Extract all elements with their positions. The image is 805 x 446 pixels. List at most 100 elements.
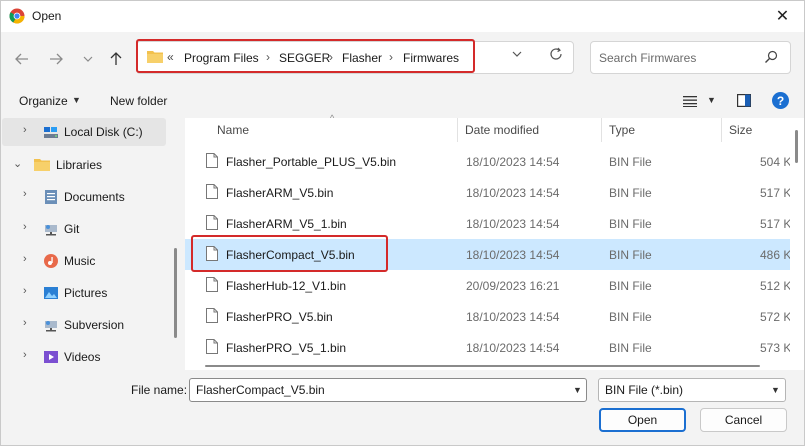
chevron-down-icon[interactable]: ▼	[573, 385, 582, 395]
file-size: 517 K	[760, 186, 790, 200]
nav-pane-scrollbar[interactable]	[174, 248, 177, 338]
help-icon[interactable]: ?	[772, 92, 789, 109]
videos-icon	[44, 351, 58, 363]
column-header-name[interactable]: Name	[217, 123, 249, 137]
chevron-right-icon[interactable]: ›	[23, 317, 27, 329]
file-date: 18/10/2023 14:54	[466, 186, 560, 200]
file-name: FlasherPRO_V5_1.bin	[226, 341, 347, 355]
cancel-button[interactable]: Cancel	[700, 408, 787, 432]
search-placeholder: Search Firmwares	[599, 51, 697, 65]
close-icon: ✕	[775, 8, 790, 25]
breadcrumb-firmwares[interactable]: Firmwares	[403, 51, 459, 65]
file-type: BIN File	[609, 155, 652, 169]
address-dropdown-button[interactable]	[512, 49, 522, 62]
file-date: 18/10/2023 14:54	[466, 217, 560, 231]
sidebar-item-label: Git	[64, 222, 80, 236]
file-icon	[206, 339, 218, 354]
search-icon	[765, 50, 778, 63]
file-icon	[206, 153, 218, 168]
file-size: 517 K	[760, 217, 790, 231]
chevron-right-icon[interactable]: ›	[23, 285, 27, 297]
column-divider[interactable]	[457, 118, 458, 142]
file-date: 18/10/2023 14:54	[466, 155, 560, 169]
forward-button[interactable]	[46, 49, 66, 69]
preview-pane-icon[interactable]	[737, 94, 751, 107]
file-name: FlasherCompact_V5.bin	[226, 248, 355, 262]
file-name-label: File name:	[131, 383, 188, 397]
back-button[interactable]	[12, 49, 32, 69]
file-date: 18/10/2023 14:54	[466, 310, 560, 324]
column-header-size[interactable]: Size	[729, 123, 752, 137]
breadcrumb-separator-icon: ›	[329, 50, 333, 64]
title-bar	[0, 0, 805, 32]
chevron-right-icon[interactable]: ›	[23, 188, 27, 200]
file-name-input[interactable]	[189, 378, 587, 402]
network-folder-icon	[45, 225, 57, 236]
window-title: Open	[32, 9, 62, 23]
column-header-date[interactable]: Date modified	[465, 123, 539, 137]
new-folder-button[interactable]: New folder	[110, 94, 167, 108]
chevron-down-icon	[83, 56, 93, 62]
documents-icon	[45, 190, 57, 204]
file-name: FlasherARM_V5_1.bin	[226, 217, 347, 231]
network-folder-icon	[45, 321, 57, 332]
chevron-down-icon[interactable]: ▼	[707, 95, 716, 105]
file-size: 486 K	[760, 248, 790, 262]
sort-ascending-icon: ^	[330, 113, 335, 123]
file-name: FlasherARM_V5.bin	[226, 186, 334, 200]
file-date: 18/10/2023 14:54	[466, 248, 560, 262]
file-date: 18/10/2023 14:54	[466, 341, 560, 355]
chevron-down-icon[interactable]: ▼	[771, 385, 780, 395]
refresh-icon	[550, 47, 562, 60]
breadcrumb-overflow[interactable]: «	[167, 50, 174, 64]
file-name: FlasherPRO_V5.bin	[226, 310, 333, 324]
folder-icon	[34, 159, 50, 171]
breadcrumb-separator-icon: ›	[266, 50, 270, 64]
file-type: BIN File	[609, 310, 652, 324]
file-type: BIN File	[609, 341, 652, 355]
arrow-up-icon	[110, 52, 122, 65]
file-date: 20/09/2023 16:21	[466, 279, 560, 293]
chevron-right-icon[interactable]: ›	[23, 221, 27, 233]
file-name: FlasherHub-12_V1.bin	[226, 279, 347, 293]
up-button[interactable]	[106, 49, 126, 69]
sidebar-item-label: Music	[64, 254, 96, 268]
column-divider[interactable]	[601, 118, 602, 142]
sidebar-item-label: Libraries	[56, 158, 103, 172]
breadcrumb-flasher[interactable]: Flasher	[342, 51, 382, 65]
column-divider[interactable]	[721, 118, 722, 142]
file-size: 573 K	[760, 341, 790, 355]
close-button[interactable]: ✕	[760, 0, 805, 32]
view-list-icon[interactable]	[683, 95, 697, 107]
recent-locations-button[interactable]	[78, 49, 98, 69]
file-type-value: BIN File (*.bin)	[605, 383, 684, 397]
refresh-button[interactable]	[549, 47, 563, 65]
file-icon	[206, 215, 218, 230]
chevron-right-icon[interactable]: ›	[23, 253, 27, 265]
chevron-down-icon: ▼	[72, 95, 81, 105]
sidebar-item-label: Pictures	[64, 286, 108, 300]
file-size: 572 K	[760, 310, 790, 324]
drive-icon	[44, 127, 58, 138]
file-type: BIN File	[609, 279, 652, 293]
open-button[interactable]: Open	[599, 408, 686, 432]
sidebar-item-label: Subversion	[64, 318, 125, 332]
chrome-icon	[9, 8, 25, 24]
sidebar-item-label: Videos	[64, 350, 101, 364]
file-icon	[206, 184, 218, 199]
chevron-right-icon[interactable]: ›	[23, 124, 27, 136]
organize-button[interactable]: Organize	[19, 94, 68, 108]
column-header-type[interactable]: Type	[609, 123, 635, 137]
horizontal-scroll-thumb[interactable]	[205, 365, 760, 367]
file-size: 504 K	[760, 155, 790, 169]
sidebar-item-label: Documents	[64, 190, 125, 204]
music-icon	[44, 254, 58, 268]
file-list-scroll-thumb[interactable]	[795, 130, 798, 163]
file-icon	[206, 308, 218, 323]
breadcrumb-segger[interactable]: SEGGER	[279, 51, 330, 65]
breadcrumb-separator-icon: ›	[389, 50, 393, 64]
chevron-right-icon[interactable]: ›	[23, 349, 27, 361]
file-type: BIN File	[609, 248, 652, 262]
chevron-down-icon[interactable]: ⌄	[13, 157, 22, 170]
breadcrumb-program-files[interactable]: Program Files	[184, 51, 259, 65]
